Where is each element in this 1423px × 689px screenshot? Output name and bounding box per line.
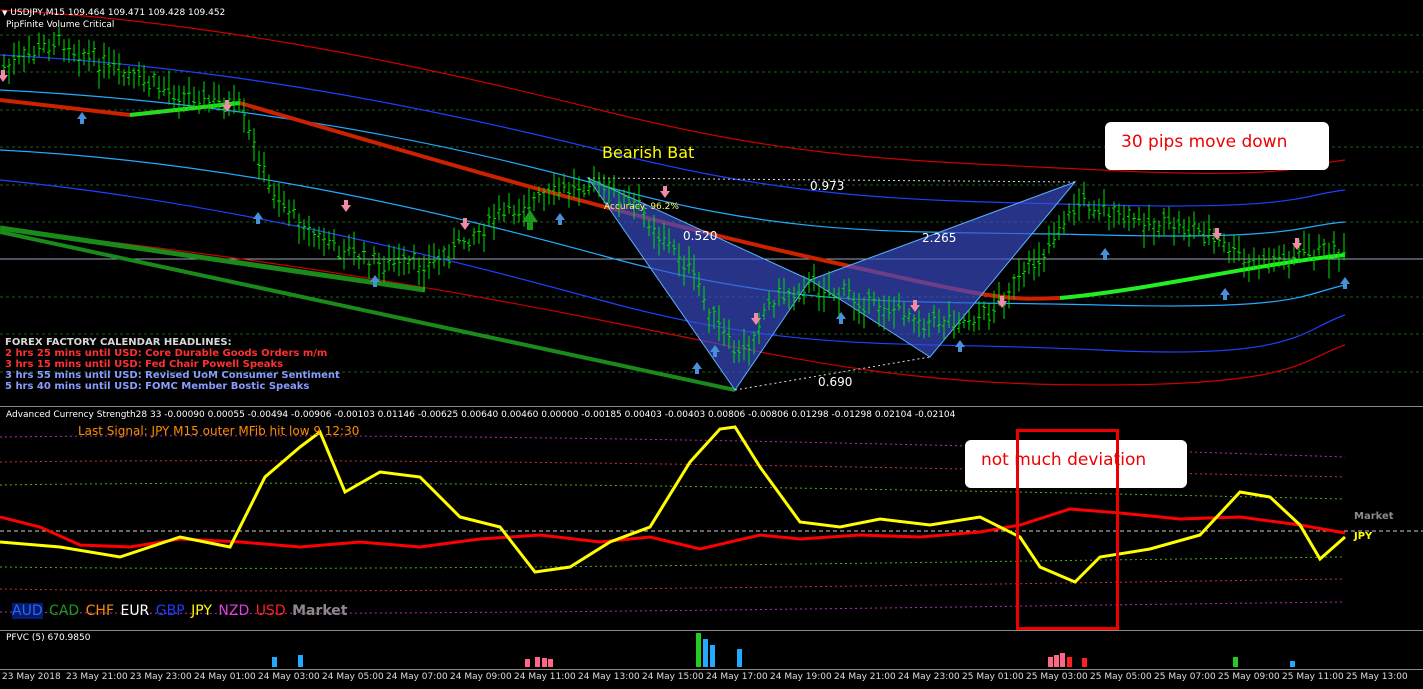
pattern-accuracy: Accuracy: 96.2% [604, 202, 679, 212]
legend-jpy[interactable]: JPY [191, 603, 212, 619]
chart-menu-triangle-icon[interactable]: ▼ [2, 9, 7, 17]
time-axis-label: 25 May 09:00 [1218, 672, 1280, 682]
market-right-label: Market [1354, 511, 1394, 522]
up-arrow-icon [1220, 288, 1230, 300]
time-axis-label: 24 May 17:00 [706, 672, 768, 682]
time-axis-label: 25 May 13:00 [1346, 672, 1408, 682]
price-chart-pane[interactable]: ▼ USDJPY,M15 109.464 109.471 109.428 109… [0, 0, 1423, 404]
envelope-bands [0, 9, 1346, 386]
down-arrow-icon [660, 186, 670, 198]
time-axis-label: 25 May 07:00 [1154, 672, 1216, 682]
time-axis: 23 May 2018 23 May 21:00 23 May 23:00 24 Ma… [0, 669, 1423, 689]
currency-strength-pane[interactable]: Advanced Currency Strength28 33 -0.00090… [0, 406, 1423, 630]
trend-ma-green-segment-2 [1059, 253, 1346, 300]
volume-bar [703, 639, 708, 667]
volume-bar [737, 649, 742, 667]
time-axis-label: 24 May 15:00 [642, 672, 704, 682]
strength-header: Advanced Currency Strength28 33 -0.00090… [6, 410, 956, 420]
legend-aud[interactable]: AUD [12, 603, 43, 619]
news-item: 5 hrs 40 mins until USD: FOMC Member Bos… [5, 381, 310, 392]
volume-pane[interactable]: PFVC (5) 670.9850 [0, 630, 1423, 669]
volume-bar [1060, 653, 1065, 667]
pattern-ratio-xd: 0.690 [818, 375, 853, 389]
volume-bar [710, 645, 715, 667]
symbol-quote-text: USDJPY,M15 109.464 109.471 109.428 109.4… [10, 8, 226, 18]
volume-bar [535, 657, 540, 667]
news-title: FOREX FACTORY CALENDAR HEADLINES: [5, 337, 232, 348]
legend-market[interactable]: Market [292, 603, 347, 619]
pattern-ratio-xb: 0.973 [810, 179, 845, 193]
time-axis-label: 24 May 09:00 [450, 672, 512, 682]
up-arrow-icon [836, 312, 846, 324]
time-axis-label: 24 May 13:00 [578, 672, 640, 682]
volume-bar [1067, 657, 1072, 667]
time-axis-label: 24 May 07:00 [386, 672, 448, 682]
volume-bar [542, 658, 547, 667]
time-axis-label: 23 May 23:00 [130, 672, 192, 682]
news-item: 2 hrs 25 mins until USD: Core Durable Go… [5, 348, 328, 359]
legend-eur[interactable]: EUR [120, 603, 149, 619]
legend-nzd[interactable]: NZD [218, 603, 249, 619]
highlight-box [1016, 429, 1119, 630]
time-axis-label: 24 May 01:00 [194, 672, 256, 682]
up-arrow-icon [1100, 248, 1110, 260]
volume-bar [1048, 657, 1053, 667]
volume-bar [525, 659, 530, 667]
pattern-ratio-ab: 0.520 [683, 229, 718, 243]
last-signal-text: Last Signal: JPY M15 outer MFib hit low … [78, 424, 360, 438]
time-axis-label: 25 May 11:00 [1282, 672, 1344, 682]
up-arrow-icon [1340, 277, 1350, 289]
currency-legend: AUD CAD CHF EUR GBP JPY NZD USD Market [12, 603, 349, 619]
up-arrow-icon [692, 362, 702, 374]
volume-bar [548, 659, 553, 667]
usd-strength-line [0, 507, 1346, 551]
volume-bar [1054, 655, 1059, 667]
time-axis-label: 23 May 2018 [2, 672, 61, 682]
volume-bar [298, 655, 303, 667]
news-headlines-panel: FOREX FACTORY CALENDAR HEADLINES: 2 hrs … [5, 337, 340, 392]
time-axis-label: 24 May 23:00 [898, 672, 960, 682]
pattern-title: Bearish Bat [602, 143, 695, 162]
volume-bar [272, 657, 277, 667]
time-axis-label: 25 May 03:00 [1026, 672, 1088, 682]
legend-usd[interactable]: USD [256, 603, 286, 619]
pips-callout: 30 pips move down [1105, 122, 1329, 170]
jpy-right-label: JPY [1354, 531, 1373, 542]
time-axis-label: 25 May 01:00 [962, 672, 1024, 682]
volume-bar [1233, 657, 1238, 667]
candlesticks [2, 27, 1346, 366]
up-arrow-icon [955, 340, 965, 352]
currency-strength-canvas [0, 425, 1423, 614]
legend-chf[interactable]: CHF [86, 603, 114, 619]
pattern-ratio-bc: 2.265 [922, 231, 957, 245]
down-arrow-icon [341, 200, 351, 212]
volume-bar [696, 633, 701, 667]
time-axis-label: 24 May 21:00 [834, 672, 896, 682]
chart-symbol-header: ▼ USDJPY,M15 109.464 109.471 109.428 109… [2, 8, 225, 18]
time-axis-label: 24 May 19:00 [770, 672, 832, 682]
volume-canvas [272, 633, 1295, 667]
volume-header: PFVC (5) 670.9850 [6, 633, 91, 643]
volume-bar [1290, 661, 1295, 667]
time-axis-label: 23 May 21:00 [66, 672, 128, 682]
time-axis-label: 25 May 05:00 [1090, 672, 1152, 682]
news-item: 3 hrs 15 mins until USD: Fed Chair Powel… [5, 359, 284, 370]
news-item: 3 hrs 55 mins until USD: Revised UoM Con… [5, 370, 340, 381]
up-arrow-icon [555, 213, 565, 225]
legend-gbp[interactable]: GBP [156, 603, 185, 619]
time-axis-label: 24 May 03:00 [258, 672, 320, 682]
legend-cad[interactable]: CAD [49, 603, 79, 619]
indicator-name-label: PipFinite Volume Critical [6, 20, 115, 30]
volume-bar [1082, 658, 1087, 667]
time-axis-label: 24 May 05:00 [322, 672, 384, 682]
time-axis-label: 24 May 11:00 [514, 672, 576, 682]
volume-bars [272, 633, 1295, 667]
up-arrow-icon [77, 112, 87, 124]
